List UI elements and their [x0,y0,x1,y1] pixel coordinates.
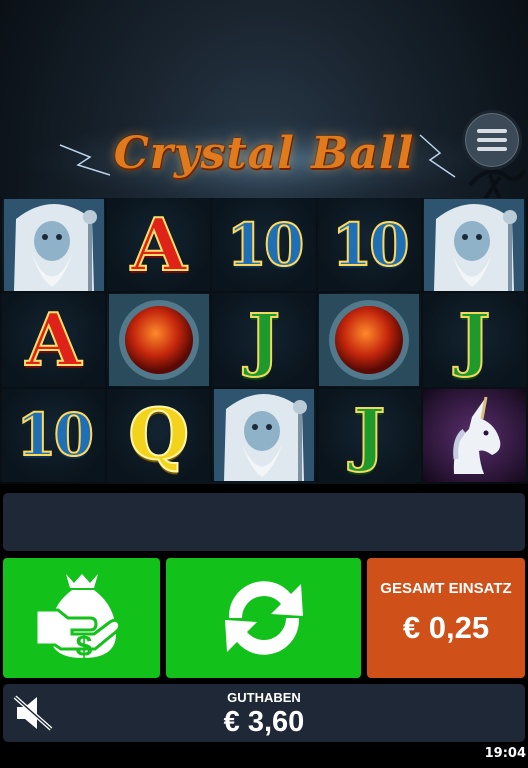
balance-panel: GUTHABEN € 3,60 [3,684,525,742]
spin-arrows-icon [224,581,303,655]
total-bet-label: GESAMT EINSATZ [380,580,512,597]
wizard-icon [3,198,104,291]
wizard-icon [424,198,525,291]
reel-symbol-a: A [2,293,106,387]
reel-grid: A 10 10 A J J 10 Q J [0,198,528,482]
balance-label: GUTHABEN [227,690,301,705]
reel-symbol-unicorn [422,388,526,482]
total-bet-button[interactable]: GESAMT EINSATZ € 0,25 [367,558,525,678]
message-bar [3,493,525,551]
reel-symbol-a: A [107,198,211,292]
reel-symbol-j: J [212,293,316,387]
svg-text:$: $ [75,630,92,663]
reel-symbol-j: J [422,293,526,387]
reel-symbol-10: 10 [317,198,421,292]
reel-symbol-wizard [422,198,526,292]
reel-symbol-sun-orb [317,293,421,387]
reel-symbol-j: J [317,388,421,482]
spin-button[interactable] [166,558,361,678]
money-bag-icon: $ [35,574,121,663]
sun-orb-icon [319,293,420,386]
reel-symbol-wizard [212,388,316,482]
unicorn-icon [453,397,501,475]
wizard-icon [213,389,314,482]
reel-symbol-10: 10 [2,388,106,482]
cashout-button[interactable]: $ [3,558,160,678]
total-bet-value: € 0,25 [402,610,490,645]
sun-orb-icon [108,293,209,386]
reel-symbol-wizard [2,198,106,292]
status-time: 19:04 [484,746,526,761]
reel-symbol-q: Q [107,388,211,482]
game-logo: Crystal Ball [113,128,415,179]
hamburger-menu-icon[interactable] [462,110,522,170]
reel-symbol-sun-orb [107,293,211,387]
reel-symbol-10: 10 [212,198,316,292]
balance-value: € 3,60 [223,706,305,738]
